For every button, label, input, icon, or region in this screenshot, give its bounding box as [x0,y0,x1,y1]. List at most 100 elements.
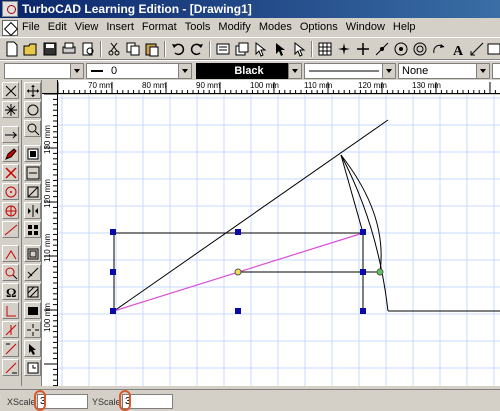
omega-icon[interactable]: Ω [2,283,19,300]
more-tools-icon[interactable] [485,40,500,58]
selection-handle[interactable] [110,269,116,275]
app-icon[interactable] [2,1,18,17]
page-setup-icon[interactable] [24,145,41,162]
selection-handle[interactable] [110,229,116,235]
ruler-label: 110 mm [304,81,333,90]
cut-icon[interactable] [105,40,123,58]
chamfer-icon[interactable] [2,340,19,357]
circle-tool-icon[interactable] [2,183,19,200]
properties-icon[interactable] [214,40,232,58]
yscale-highlight [119,390,131,411]
open-folder-icon[interactable] [22,40,40,58]
chevron-down-icon[interactable] [476,64,489,78]
zoom-in-icon[interactable] [2,264,19,281]
drawing-canvas[interactable] [58,95,500,386]
pen-width-dropdown[interactable]: 0 [86,63,192,79]
print-preview-icon[interactable] [79,40,97,58]
line-tool-icon[interactable] [2,221,19,238]
trim-icon[interactable] [2,321,19,338]
pen-width-icon [91,70,103,72]
paste-icon[interactable] [143,40,161,58]
extend-icon[interactable] [2,359,19,376]
menu-modify[interactable]: Modify [214,21,254,33]
zoom-window-icon[interactable] [24,120,41,137]
selection-handle[interactable] [110,308,116,314]
new-file-icon[interactable] [3,40,21,58]
menu-edit[interactable]: Edit [44,21,71,33]
measure-icon[interactable] [24,264,41,281]
menu-view[interactable]: View [71,21,103,33]
linestyle-dropdown[interactable] [304,63,396,79]
inner-arc[interactable] [340,154,382,273]
vertical-ruler[interactable]: 130 mm 120 mm 110 mm 100 mm [42,94,58,386]
document-system-icon[interactable] [2,20,18,36]
copy-icon[interactable] [124,40,142,58]
chevron-down-icon[interactable] [382,64,395,78]
mirror-icon[interactable] [24,202,41,219]
menu-modes[interactable]: Modes [255,21,296,33]
selection-handle[interactable] [360,308,366,314]
hatch-icon[interactable] [24,283,41,300]
move-arrow-icon[interactable] [2,126,19,143]
menu-window[interactable]: Window [342,21,389,33]
menu-format[interactable]: Format [138,21,181,33]
layers-icon[interactable] [233,40,251,58]
chevron-down-icon[interactable] [178,64,191,78]
snap-arc-icon[interactable] [430,40,448,58]
save-icon[interactable] [41,40,59,58]
menu-help[interactable]: Help [389,21,420,33]
fit-view-icon[interactable] [24,164,41,181]
horizontal-ruler[interactable]: 70 mm 80 mm 90 mm 100 mm 110 mm 120 mm 1… [58,80,500,94]
snap-point[interactable] [376,268,384,276]
ruler-label: 90 mm [196,81,221,90]
select-tool-icon[interactable] [2,82,19,99]
selection-handle[interactable] [235,308,241,314]
move-cross-icon[interactable] [24,82,41,99]
array-icon[interactable] [24,221,41,238]
short-segment[interactable] [340,154,364,234]
pointer-tool-icon[interactable] [24,340,41,357]
pencil-icon[interactable] [2,145,19,162]
fill-dropdown[interactable]: None [398,63,490,79]
snap-vertex-icon[interactable] [354,40,372,58]
redo-icon[interactable] [188,40,206,58]
select-edit-icon[interactable] [290,40,308,58]
snap-midpoint-icon[interactable] [373,40,391,58]
explode-icon[interactable] [24,321,41,338]
menu-options[interactable]: Options [296,21,342,33]
snap-free-icon[interactable] [335,40,353,58]
text-icon[interactable]: A [449,40,467,58]
menu-insert[interactable]: Insert [102,21,138,33]
print-icon[interactable] [60,40,78,58]
layer-dropdown[interactable] [4,63,84,79]
circle-cross-icon[interactable] [2,202,19,219]
pen-color-box[interactable]: Black [196,63,302,79]
chevron-down-icon[interactable] [70,64,83,78]
chevron-down-icon[interactable] [288,64,301,78]
snap-quadrant-icon[interactable] [411,40,429,58]
fill-value: None [402,65,429,77]
extra-dropdown[interactable] [492,63,500,79]
menu-file[interactable]: File [18,21,44,33]
menu-tools[interactable]: Tools [181,21,215,33]
undo-icon[interactable] [169,40,187,58]
color-dropdown-button[interactable] [288,63,302,79]
fillet-icon[interactable] [2,302,19,319]
dimension-icon[interactable] [468,40,486,58]
rotate-icon[interactable] [24,101,41,118]
reference-point[interactable] [234,268,242,276]
select-arrow-icon[interactable] [271,40,289,58]
selection-handle[interactable] [360,269,366,275]
node-edit-icon[interactable] [2,245,19,262]
star-snap-icon[interactable] [2,101,19,118]
cross-icon[interactable] [2,164,19,181]
grid-icon[interactable] [316,40,334,58]
clock-icon[interactable] [24,359,41,376]
insert-block-icon[interactable] [24,302,41,319]
help-pointer-icon[interactable] [252,40,270,58]
selection-handle[interactable] [360,229,366,235]
scale-icon[interactable] [24,183,41,200]
selection-handle[interactable] [235,229,241,235]
offset-icon[interactable] [24,245,41,262]
snap-center-icon[interactable] [392,40,410,58]
